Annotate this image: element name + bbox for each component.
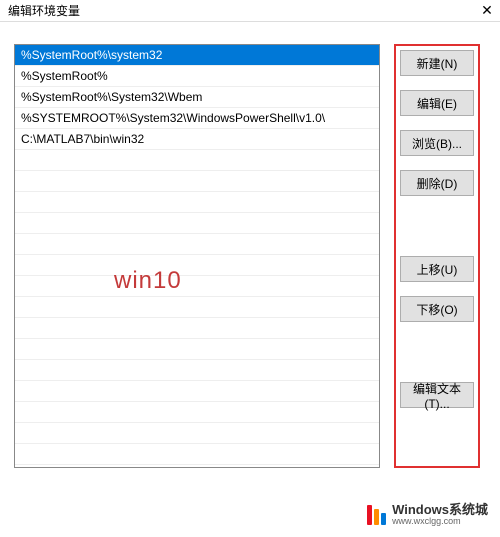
path-list[interactable]: %SystemRoot%\system32 %SystemRoot% %Syst… [14,44,380,468]
list-item[interactable] [15,297,379,318]
content-area: %SystemRoot%\system32 %SystemRoot% %Syst… [0,22,500,482]
list-item[interactable]: %SystemRoot% [15,66,379,87]
footer-line1: Windows系统城 [392,503,488,517]
list-item[interactable]: C:\MATLAB7\bin\win32 [15,129,379,150]
list-item[interactable] [15,423,379,444]
list-item[interactable] [15,171,379,192]
list-item[interactable] [15,192,379,213]
list-item[interactable] [15,360,379,381]
close-icon[interactable]: ✕ [478,2,496,20]
list-item[interactable]: %SystemRoot%\System32\Wbem [15,87,379,108]
windows-logo-icon [367,505,386,525]
edit-text-button[interactable]: 编辑文本(T)... [400,382,474,408]
list-item[interactable] [15,150,379,171]
list-item[interactable] [15,402,379,423]
list-item[interactable]: %SYSTEMROOT%\System32\WindowsPowerShell\… [15,108,379,129]
list-item[interactable] [15,213,379,234]
list-item[interactable]: %SystemRoot%\system32 [15,45,379,66]
delete-button[interactable]: 删除(D) [400,170,474,196]
list-item[interactable] [15,339,379,360]
browse-button[interactable]: 浏览(B)... [400,130,474,156]
title-bar: 编辑环境变量 ✕ [0,0,500,22]
footer-watermark: Windows系统城 www.wxclgg.com [0,503,500,527]
new-button[interactable]: 新建(N) [400,50,474,76]
footer-text: Windows系统城 www.wxclgg.com [392,503,488,527]
move-up-button[interactable]: 上移(U) [400,256,474,282]
list-item[interactable] [15,444,379,465]
button-column: 新建(N) 编辑(E) 浏览(B)... 删除(D) 上移(U) 下移(O) 编… [394,44,480,468]
list-item[interactable] [15,255,379,276]
watermark-center: win10 [114,267,182,295]
footer-line2: www.wxclgg.com [392,517,488,527]
move-down-button[interactable]: 下移(O) [400,296,474,322]
edit-button[interactable]: 编辑(E) [400,90,474,116]
list-item[interactable] [15,318,379,339]
list-item[interactable] [15,381,379,402]
dialog-title: 编辑环境变量 [8,2,80,19]
list-item[interactable] [15,234,379,255]
list-item[interactable] [15,276,379,297]
